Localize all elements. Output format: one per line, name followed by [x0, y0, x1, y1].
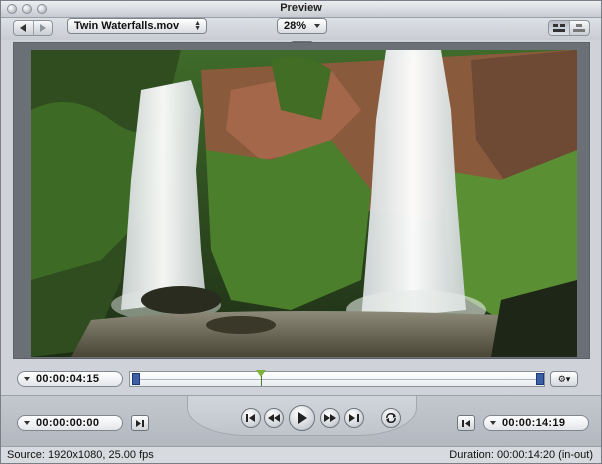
play-button[interactable] — [289, 405, 315, 431]
rewind-icon — [268, 414, 280, 422]
title-bar: Preview — [1, 1, 601, 18]
set-out-point-icon — [462, 419, 470, 427]
playhead-line — [261, 376, 263, 386]
zoom-label: 28% — [284, 20, 307, 32]
zoom-popup[interactable]: 28% — [277, 18, 327, 34]
split-view-icon — [552, 24, 565, 32]
source-info: Source: 1920x1080, 25.00 fps — [7, 449, 154, 461]
chevron-down-icon — [314, 24, 320, 28]
navigation-buttons — [13, 20, 53, 36]
gear-icon: ⚙▾ — [557, 374, 571, 384]
current-timecode: 00:00:04:15 — [36, 373, 100, 385]
go-to-start-icon — [246, 414, 255, 422]
in-timecode-field[interactable]: 00:00:00:00 — [17, 415, 123, 431]
fast-forward-icon — [324, 414, 336, 422]
duration-info: Duration: 00:00:14:20 (in-out) — [449, 449, 593, 461]
set-out-point-button[interactable] — [457, 415, 475, 431]
set-in-point-icon — [136, 419, 144, 427]
chevron-down-icon — [490, 421, 496, 425]
updown-arrows-icon: ▲ ▼ — [194, 20, 201, 32]
set-in-point-button[interactable] — [131, 415, 149, 431]
play-icon — [298, 412, 307, 424]
view-mode-buttons — [548, 20, 590, 36]
back-arrow-icon — [20, 24, 27, 32]
single-view-icon — [573, 24, 586, 32]
toolbar: Twin Waterfalls.mov ▲ ▼ 28% — [1, 18, 601, 40]
single-view-button[interactable] — [568, 21, 590, 35]
fast-forward-button[interactable] — [320, 408, 340, 428]
out-point-marker[interactable] — [536, 373, 544, 385]
status-bar: Source: 1920x1080, 25.00 fps Duration: 0… — [1, 447, 601, 463]
preview-window: Preview Twin Waterfalls.mov ▲ ▼ 28% 00:0… — [0, 0, 602, 464]
loop-button[interactable] — [381, 408, 401, 428]
out-timecode: 00:00:14:19 — [502, 417, 566, 429]
go-to-start-button[interactable] — [241, 408, 261, 428]
in-point-marker[interactable] — [132, 373, 140, 385]
scrubber-bar[interactable] — [129, 370, 545, 387]
window-title: Preview — [280, 2, 322, 14]
rewind-button[interactable] — [264, 408, 284, 428]
file-select-label: Twin Waterfalls.mov — [74, 20, 180, 32]
split-view-button[interactable] — [549, 21, 569, 35]
in-timecode: 00:00:00:00 — [36, 417, 100, 429]
marker-menu-button[interactable]: ⚙▾ — [550, 371, 578, 387]
chevron-down-icon — [24, 421, 30, 425]
chevron-down-icon — [24, 377, 30, 381]
out-timecode-field[interactable]: 00:00:14:19 — [483, 415, 589, 431]
current-timecode-field[interactable]: 00:00:04:15 — [17, 371, 123, 387]
video-preview-image — [31, 50, 577, 357]
go-to-end-button[interactable] — [344, 408, 364, 428]
loop-icon — [386, 413, 396, 423]
back-button[interactable] — [14, 21, 33, 35]
go-to-end-icon — [349, 414, 359, 422]
file-select-popup[interactable]: Twin Waterfalls.mov ▲ ▼ — [67, 18, 207, 34]
waterfall-video-frame — [31, 50, 577, 357]
forward-arrow-icon — [39, 24, 46, 32]
transport-bar: 00:00:00:00 00:00:14:19 — [1, 395, 601, 447]
forward-button[interactable] — [32, 21, 53, 35]
